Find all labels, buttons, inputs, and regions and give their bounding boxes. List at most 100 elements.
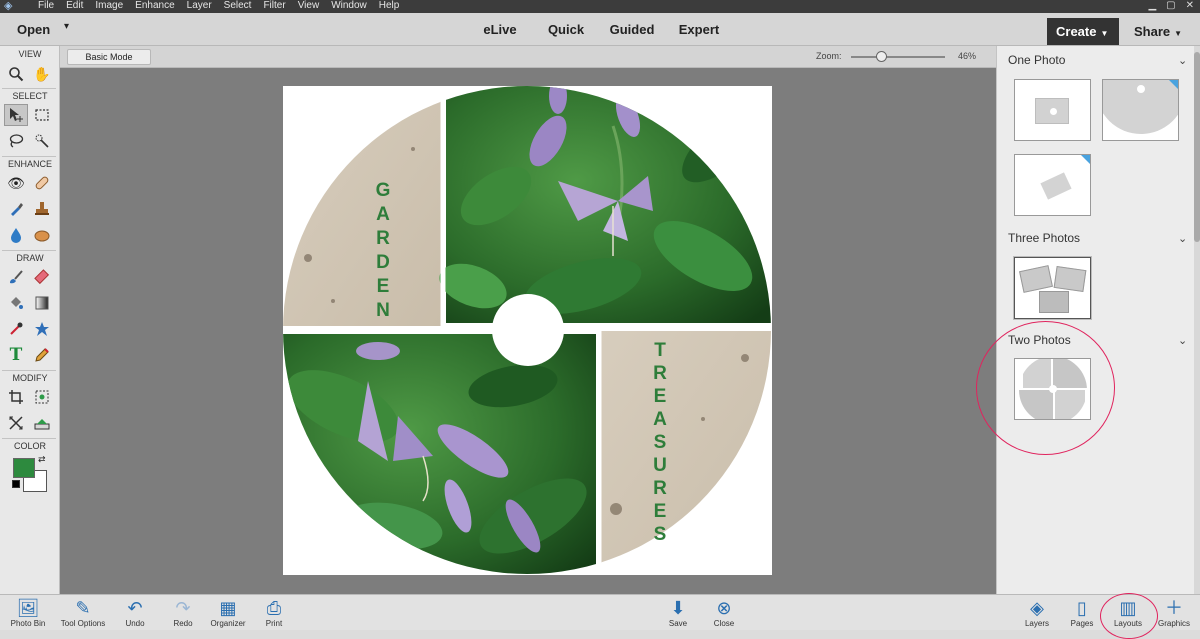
layout-thumb-one-photo-2[interactable] [1102,79,1179,141]
default-colors-icon[interactable] [12,480,20,488]
restore-icon[interactable]: ▢ [1166,0,1175,11]
spot-healing-tool-icon[interactable] [30,172,54,194]
menu-help[interactable]: Help [379,0,400,13]
close-button[interactable]: ⊗ Close [696,595,752,631]
sponge-tool-icon[interactable] [30,224,54,246]
zoom-slider-handle[interactable] [876,51,888,62]
brush-tool-icon[interactable] [4,266,28,288]
clone-stamp-tool-icon[interactable] [30,198,54,220]
section-one-photo-title[interactable]: One Photo [1008,53,1065,67]
options-strip: Basic Mode Zoom: 46% [60,46,996,68]
photo-bin-button[interactable]: 🖼 Photo Bin [0,595,56,631]
open-dropdown-icon[interactable]: ▾ [64,21,69,32]
quick-selection-tool-icon[interactable] [30,130,54,152]
layouts-panel: One Photo ⌄ Three Photos ⌄ Two Photos ⌄ [976,46,1200,594]
tab-expert[interactable]: Expert [664,22,734,37]
menu-window[interactable]: Window [331,0,367,13]
type-tool-icon[interactable]: T [4,344,28,366]
marquee-tool-icon[interactable] [30,104,54,126]
top-toolbar: Open ▾ eLive Quick Guided Expert Create ▼… [0,13,1200,46]
app-logo-icon: ◈ [4,0,13,12]
layout-thumb-one-photo-1[interactable] [1014,79,1091,141]
chevron-down-icon[interactable]: ⌄ [1178,232,1187,245]
create-label: Create [1056,24,1097,39]
image-icon: 🖼 [16,598,40,618]
close-label: Close [713,619,735,628]
section-select-label: SELECT [12,91,48,101]
document-canvas[interactable]: GARDEN TREASURES [283,86,772,575]
zoom-tool-icon[interactable] [4,63,28,85]
layout-thumb-three-photos[interactable] [1014,257,1091,319]
layout-thumb-one-photo-3[interactable] [1014,154,1091,216]
share-button[interactable]: Share ▼ [1120,18,1200,45]
treasures-text: TREASURES [653,340,667,545]
foreground-color-swatch[interactable] [13,458,35,478]
paper-panel-top [283,86,441,326]
window-close-icon[interactable]: ✕ [1186,0,1194,11]
pencil-tool-icon[interactable] [30,344,54,366]
zoom-slider[interactable] [851,56,945,58]
menu-edit[interactable]: Edit [66,0,83,13]
custom-shape-tool-icon[interactable] [30,318,54,340]
eraser-tool-icon[interactable] [30,266,54,288]
open-button[interactable]: Open [17,22,50,37]
menu-filter[interactable]: Filter [263,0,285,13]
section-draw-label: DRAW [16,253,44,263]
minimize-icon[interactable]: ▁ [1148,0,1156,11]
menu-view[interactable]: View [298,0,320,13]
zoom-label: Zoom: [816,51,842,61]
content-aware-move-tool-icon[interactable] [4,412,28,434]
share-label: Share [1134,24,1171,39]
share-dropdown-icon: ▼ [1174,29,1183,38]
lasso-tool-icon[interactable] [4,130,28,152]
print-icon: ⎙ [266,598,282,618]
tab-guided[interactable]: Guided [600,22,664,37]
paint-bucket-tool-icon[interactable] [4,292,28,314]
section-view-label: VIEW [18,49,42,59]
tab-quick[interactable]: Quick [532,22,600,37]
move-tool-icon[interactable] [4,104,28,126]
gradient-tool-icon[interactable] [30,292,54,314]
section-three-photos-title[interactable]: Three Photos [1008,231,1080,245]
create-dropdown-icon: ▼ [1100,29,1109,38]
mode-tabs: eLive Quick Guided Expert [468,22,734,37]
panel-scrollbar-thumb[interactable] [1194,52,1200,242]
crop-tool-icon[interactable] [4,386,28,408]
annotation-circle-layouts [1100,593,1158,639]
toolbox: VIEW ✋ SELECT ENHANCE 👁 DRAW T MODIFY CO… [0,46,60,594]
tool-options-button[interactable]: ✎ Tool Options [55,595,111,631]
paper-panel-bottom [601,331,771,574]
menu-file[interactable]: File [38,0,54,13]
basic-mode-button[interactable]: Basic Mode [67,49,151,65]
tool-options-label: Tool Options [60,619,106,628]
menu-select[interactable]: Select [224,0,252,13]
swap-colors-icon[interactable]: ⇄ [38,454,46,465]
recompose-tool-icon[interactable] [30,386,54,408]
print-button[interactable]: ⎙ Print [246,595,302,631]
blur-tool-icon[interactable] [4,224,28,246]
annotation-circle-two-photos [976,321,1115,455]
window-controls: ▁ ▢ ✕ [1148,0,1194,11]
tab-elive[interactable]: eLive [468,22,532,37]
photo-bin-label: Photo Bin [10,619,46,628]
menu-layer[interactable]: Layer [187,0,212,13]
section-modify-label: MODIFY [12,373,48,383]
eyedropper-tool-icon[interactable] [4,318,28,340]
close-icon: ⊗ [716,598,732,618]
chevron-down-icon[interactable]: ⌄ [1178,54,1187,67]
menu-items: File Edit Image Enhance Layer Select Fil… [38,0,399,13]
chevron-down-icon[interactable]: ⌄ [1178,334,1187,347]
hand-tool-icon[interactable]: ✋ [30,63,54,85]
menu-enhance[interactable]: Enhance [135,0,174,13]
tool-options-icon: ✎ [75,598,91,618]
menu-image[interactable]: Image [95,0,123,13]
section-enhance-label: ENHANCE [7,159,52,169]
print-label: Print [265,619,283,628]
zoom-value: 46% [958,51,977,61]
straighten-tool-icon[interactable] [30,412,54,434]
create-button[interactable]: Create ▼ [1047,18,1119,45]
red-eye-tool-icon[interactable]: 👁 [4,172,28,194]
smart-brush-tool-icon[interactable] [4,198,28,220]
cd-center-hole [492,294,564,366]
flower-photo-top [439,86,771,323]
